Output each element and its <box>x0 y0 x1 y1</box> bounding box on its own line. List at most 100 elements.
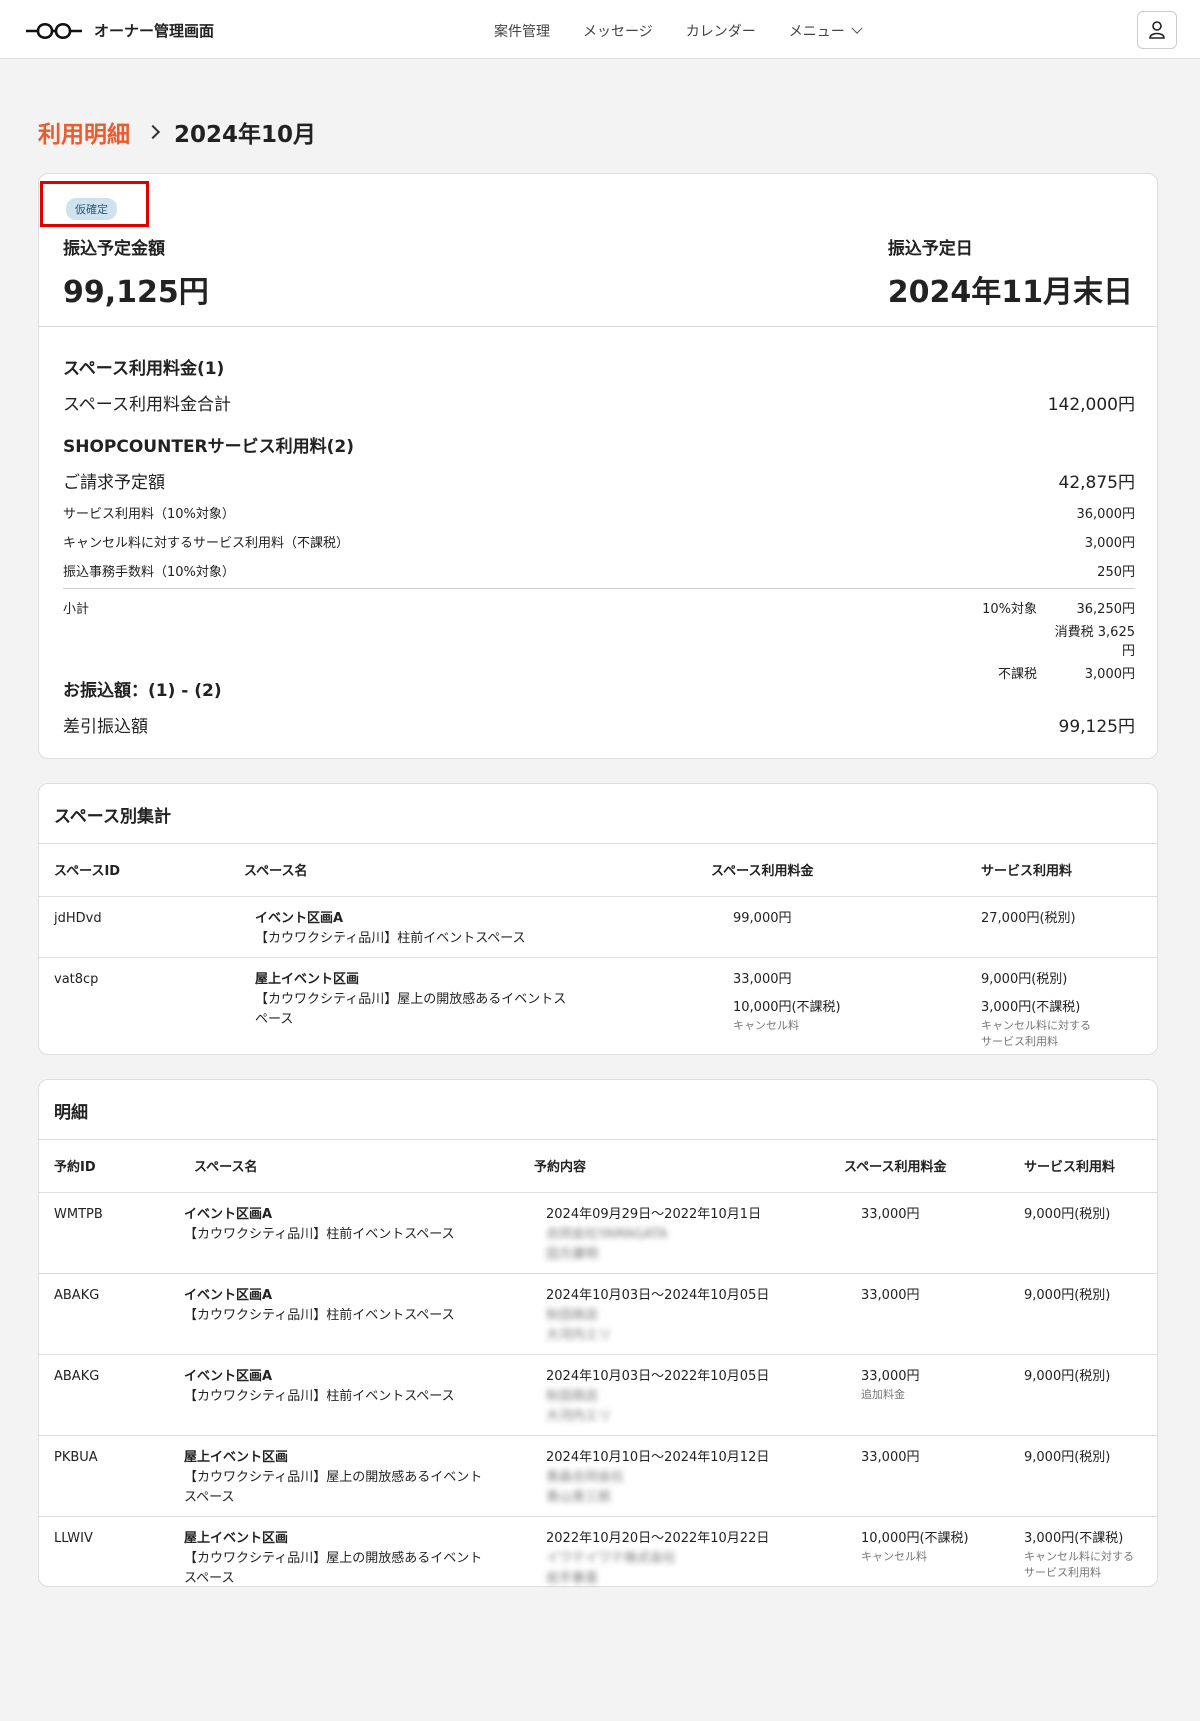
service-fee-cell: 9,000円(税別) <box>1009 1435 1157 1517</box>
transfer-date: 振込予定日 2024年11月末日 <box>888 234 1133 311</box>
user-icon <box>1149 21 1165 39</box>
service-fee-cell: 9,000円(税別) 3,000円(不課税) キャンセル料に対するサービス利用料 <box>966 957 1157 1058</box>
reservation-period: 2024年10月03日〜2022年10月05日 <box>546 1368 770 1384</box>
fee-item-value: 250円 <box>1097 565 1135 580</box>
space-fee-note: キャンセル料 <box>861 1549 927 1563</box>
fee-item-row: 振込事務手数料（10%対象） 250円 <box>63 561 1135 580</box>
subtotal-breakdown: 10%対象 36,250円 消費税 3,625円 不課税 3,000円 <box>982 598 1135 682</box>
subtotal-item-label: 10%対象 <box>982 602 1037 617</box>
transfer-amount: 振込予定金額 99,125円 <box>63 234 209 311</box>
space-fee-note: キャンセル料 <box>733 1018 799 1032</box>
space-fee-cell: 33,000円 10,000円(不課税) キャンセル料 <box>696 957 966 1058</box>
main-nav: 案件管理 メッセージ カレンダー メニュー <box>494 21 863 41</box>
booker-name: 青山青三郎 <box>546 1489 612 1505</box>
subtotal-item-value: 36,250円 <box>1076 602 1136 617</box>
user-menu-button[interactable] <box>1137 11 1177 49</box>
column-header: スペース利用料金 <box>829 1140 1009 1193</box>
space-name: イベント区画A <box>184 1206 273 1222</box>
divider <box>39 326 1157 327</box>
space-name-cell: イベント区画A 【カウワクシティ品川】柱前イベントスペース <box>179 1192 519 1274</box>
reservation-id: WMTPB <box>39 1192 179 1274</box>
booker-company: 秋田商店 <box>546 1388 599 1404</box>
space-fee-heading: スペース利用料金(1) <box>63 359 225 379</box>
reservation-content-cell: 2024年10月10日〜2024年10月12日 青森合同会社 青山青三郎 <box>519 1435 829 1517</box>
service-fee-note: キャンセル料に対するサービス利用料 <box>981 1018 1091 1048</box>
space-fee-cell: 33,000円 追加料金 <box>829 1354 1009 1436</box>
space-id: jdHDvd <box>39 896 229 958</box>
chevron-down-icon <box>851 22 863 34</box>
space-fee: 10,000円(不課税) <box>861 1530 969 1546</box>
space-fee-cell: 33,000円 <box>829 1435 1009 1517</box>
space-desc: 【カウワクシティ品川】柱前イベントスペース <box>184 1226 455 1242</box>
reservation-content-cell: 2024年10月03日〜2024年10月05日 秋田商店 大河内エリ <box>519 1273 829 1355</box>
details-table: 予約ID スペース名 予約内容 スペース利用料金 サービス利用料 WMTPB イ… <box>39 1140 1157 1597</box>
service-fee-cell: 9,000円(税別) <box>1009 1192 1157 1274</box>
subtotal-label: 小計 <box>63 602 90 617</box>
space-name: 屋上イベント区画 <box>184 1449 289 1465</box>
nav-menu[interactable]: メニュー <box>788 21 863 41</box>
space-fee: 33,000円 <box>861 1206 920 1222</box>
breadcrumb-parent[interactable]: 利用明細 <box>38 115 130 149</box>
table-row[interactable]: ABAKG イベント区画A 【カウワクシティ品川】柱前イベントスペース 2024… <box>39 1354 1157 1436</box>
fee-item-row: キャンセル料に対するサービス利用料（不課税） 3,000円 <box>63 532 1135 551</box>
space-fee-cell: 10,000円(不課税) キャンセル料 <box>829 1516 1009 1597</box>
transfer-value: 99,125円 <box>1058 717 1135 737</box>
app-title: オーナー管理画面 <box>94 21 215 40</box>
space-fee-total-row: スペース利用料金合計 142,000円 <box>63 390 1135 415</box>
space-name: イベント区画A <box>184 1368 273 1384</box>
fee-item-value: 36,000円 <box>1076 507 1136 522</box>
space-fee: 33,000円 <box>861 1449 920 1465</box>
space-name: イベント区画A <box>184 1287 273 1303</box>
billing-row: ご請求予定額 42,875円 <box>63 468 1135 493</box>
table-row[interactable]: PKBUA 屋上イベント区画 【カウワクシティ品川】屋上の開放感あるイベントスペ… <box>39 1435 1157 1517</box>
service-fee: 9,000円(税別) <box>1024 1368 1111 1384</box>
reservation-id: ABAKG <box>39 1354 179 1436</box>
nav-menu-label: メニュー <box>788 24 845 40</box>
column-header: 予約内容 <box>519 1140 829 1193</box>
table-row[interactable]: ABAKG イベント区画A 【カウワクシティ品川】柱前イベントスペース 2024… <box>39 1273 1157 1355</box>
space-desc: 【カウワクシティ品川】柱前イベントスペース <box>255 930 526 946</box>
space-desc: 【カウワクシティ品川】屋上の開放感あるイベントスペース <box>184 1550 483 1586</box>
space-name-cell: 屋上イベント区画 【カウワクシティ品川】屋上の開放感あるイベントスペース <box>229 957 696 1058</box>
brand[interactable]: オーナー管理画面 <box>24 19 214 41</box>
space-desc: 【カウワクシティ品川】屋上の開放感あるイベントスペース <box>255 991 567 1027</box>
space-name-cell: 屋上イベント区画 【カウワクシティ品川】屋上の開放感あるイベントスペース <box>179 1435 519 1517</box>
space-fee-cell: 33,000円 <box>829 1273 1009 1355</box>
space-fee-total-label: スペース利用料金合計 <box>63 395 231 415</box>
service-fee-cell: 3,000円(不課税) キャンセル料に対するサービス利用料 <box>1009 1516 1157 1597</box>
nav-messages[interactable]: メッセージ <box>583 21 653 41</box>
reservation-period: 2024年10月03日〜2024年10月05日 <box>546 1287 770 1303</box>
space-fee: 33,000円 <box>733 971 792 987</box>
service-fee-cell: 27,000円(税別) <box>966 896 1157 958</box>
space-fee-total-value: 142,000円 <box>1047 395 1135 415</box>
table-row[interactable]: WMTPB イベント区画A 【カウワクシティ品川】柱前イベントスペース 2024… <box>39 1192 1157 1274</box>
space-summary-table: スペースID スペース名 スペース利用料金 サービス利用料 jdHDvd イベン… <box>39 844 1157 1058</box>
table-row: jdHDvd イベント区画A 【カウワクシティ品川】柱前イベントスペース 99,… <box>39 896 1157 958</box>
table-row[interactable]: LLWIV 屋上イベント区画 【カウワクシティ品川】屋上の開放感あるイベントスペ… <box>39 1516 1157 1597</box>
details-card: 明細 予約ID スペース名 予約内容 スペース利用料金 サービス利用料 WMTP… <box>38 1079 1158 1587</box>
booker-name: 岩手春喜 <box>546 1570 599 1586</box>
reservation-content-cell: 2024年10月03日〜2022年10月05日 秋田商店 大河内エリ <box>519 1354 829 1436</box>
space-name: イベント区画A <box>255 910 344 926</box>
nav-projects[interactable]: 案件管理 <box>494 21 550 41</box>
fee-item-value: 3,000円 <box>1084 536 1135 551</box>
booker-name: 大河内エリ <box>546 1327 612 1343</box>
space-desc: 【カウワクシティ品川】柱前イベントスペース <box>184 1388 455 1404</box>
table-header-row: スペースID スペース名 スペース利用料金 サービス利用料 <box>39 844 1157 897</box>
service-fee-cell: 9,000円(税別) <box>1009 1273 1157 1355</box>
space-fee-extra: 10,000円(不課税) <box>733 999 841 1015</box>
fee-item-label: キャンセル料に対するサービス利用料（不課税） <box>63 536 350 551</box>
space-name-cell: イベント区画A 【カウワクシティ品川】柱前イベントスペース <box>179 1273 519 1355</box>
details-title: 明細 <box>54 1103 88 1123</box>
space-summary-title: スペース別集計 <box>54 807 171 827</box>
reservation-content-cell: 2022年10月20日〜2022年10月22日 イワテイワテ株式会社 岩手春喜 <box>519 1516 829 1597</box>
transfer-amount-value: 99,125円 <box>63 275 209 310</box>
status-badge: 仮確定 <box>66 198 117 220</box>
service-fee: 9,000円(税別) <box>981 971 1068 987</box>
space-name-cell: イベント区画A 【カウワクシティ品川】柱前イベントスペース <box>179 1354 519 1436</box>
transfer-label: 差引振込額 <box>63 717 148 737</box>
nav-calendar[interactable]: カレンダー <box>686 21 756 41</box>
space-id: vat8cp <box>54 971 99 987</box>
reservation-content-cell: 2024年09月29日〜2022年10月1日 合同会社YAMAGATA 田方康明 <box>519 1192 829 1274</box>
table-row: vat8cp 屋上イベント区画 【カウワクシティ品川】屋上の開放感あるイベントス… <box>39 957 1157 1058</box>
